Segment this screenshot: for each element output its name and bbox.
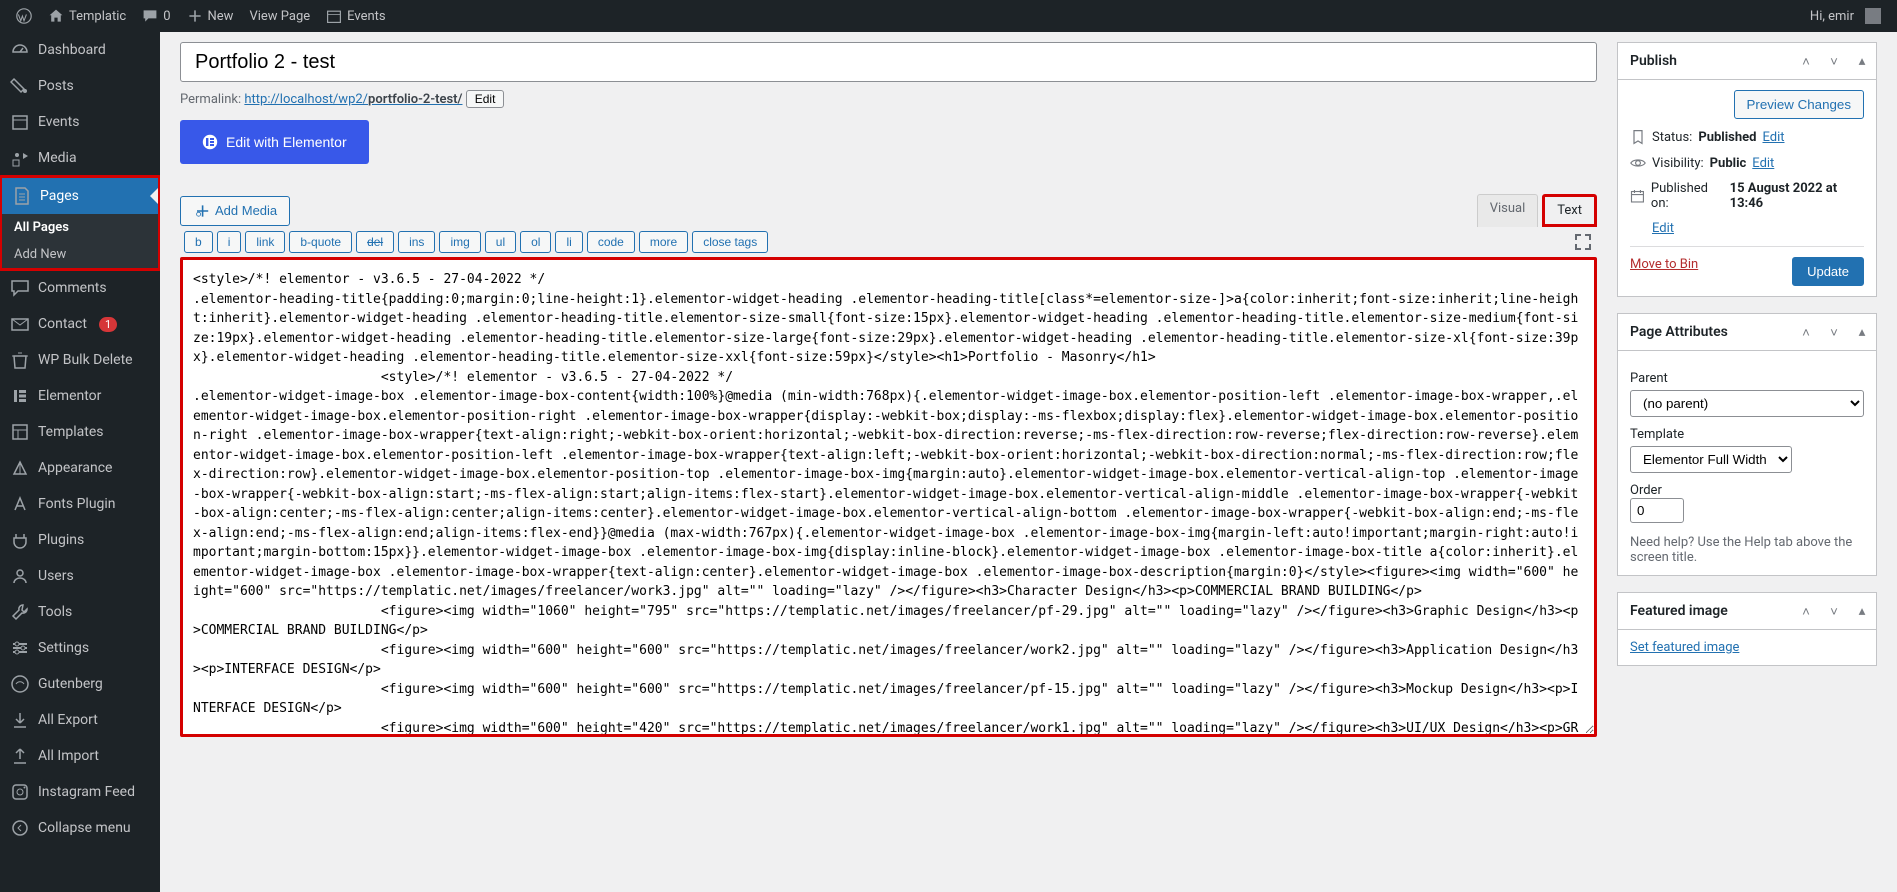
help-text: Need help? Use the Help tab above the sc… (1630, 535, 1864, 565)
edit-date-link[interactable]: Edit (1652, 221, 1674, 236)
distraction-free-icon[interactable] (1573, 232, 1593, 252)
sidebar-item-media[interactable]: Media (0, 140, 160, 176)
sidebar-item-tools[interactable]: Tools (0, 594, 160, 630)
qt-more[interactable]: more (639, 231, 688, 253)
qt-b-quote[interactable]: b-quote (289, 231, 352, 253)
toggle-icon[interactable]: ▴ (1848, 314, 1876, 350)
sidebar-item-templates[interactable]: Templates (0, 414, 160, 450)
edit-permalink-button[interactable]: Edit (466, 90, 505, 108)
tab-text[interactable]: Text (1542, 194, 1597, 227)
new-content[interactable]: New (179, 0, 242, 32)
qt-i[interactable]: i (217, 231, 242, 253)
move-up-icon[interactable]: ˄ (1792, 593, 1820, 629)
qt-code[interactable]: code (587, 231, 635, 253)
update-button[interactable]: Update (1792, 257, 1864, 286)
content-textarea[interactable] (180, 257, 1597, 737)
parent-select[interactable]: (no parent) (1630, 390, 1864, 417)
set-featured-image-link[interactable]: Set featured image (1630, 640, 1739, 655)
order-label: Order (1630, 483, 1864, 498)
qt-del[interactable]: del (356, 231, 394, 253)
admin-sidebar: DashboardPostsEventsMediaPagesAll PagesA… (0, 32, 160, 892)
comments-count[interactable]: 0 (134, 0, 178, 32)
toggle-icon[interactable]: ▴ (1848, 593, 1876, 629)
published-row: Published on: 15 August 2022 at 13:46 (1630, 181, 1864, 211)
featured-image-metabox: Featured image ˄ ˅ ▴ Set featured image (1617, 592, 1877, 666)
template-label: Template (1630, 427, 1864, 442)
move-down-icon[interactable]: ˅ (1820, 593, 1848, 629)
sidebar-item-gutenberg[interactable]: Gutenberg (0, 666, 160, 702)
qt-ol[interactable]: ol (520, 231, 551, 253)
edit-status-link[interactable]: Edit (1762, 130, 1784, 145)
avatar (1865, 8, 1881, 24)
order-input[interactable] (1630, 498, 1684, 523)
qt-ul[interactable]: ul (485, 231, 516, 253)
page-attributes-heading: Page Attributes (1618, 314, 1740, 350)
events-link[interactable]: Events (318, 0, 393, 32)
sidebar-item-pages[interactable]: Pages (2, 178, 158, 214)
template-select[interactable]: Elementor Full Width (1630, 446, 1792, 473)
sidebar-item-collapse-menu[interactable]: Collapse menu (0, 810, 160, 846)
sidebar-item-settings[interactable]: Settings (0, 630, 160, 666)
parent-label: Parent (1630, 371, 1864, 386)
qt-b[interactable]: b (184, 231, 213, 253)
preview-changes-button[interactable]: Preview Changes (1734, 90, 1864, 119)
sidebar-item-all-export[interactable]: All Export (0, 702, 160, 738)
qt-img[interactable]: img (439, 231, 480, 253)
permalink-row: Permalink: http://localhost/wp2/portfoli… (180, 90, 1597, 108)
my-account[interactable]: Hi, emir (1802, 0, 1889, 32)
sidebar-subitem-add-new[interactable]: Add New (2, 241, 158, 268)
qt-li[interactable]: li (555, 231, 582, 253)
sidebar-item-plugins[interactable]: Plugins (0, 522, 160, 558)
sidebar-item-fonts-plugin[interactable]: Fonts Plugin (0, 486, 160, 522)
qt-ins[interactable]: ins (398, 231, 435, 253)
sidebar-item-users[interactable]: Users (0, 558, 160, 594)
sidebar-item-posts[interactable]: Posts (0, 68, 160, 104)
move-up-icon[interactable]: ˄ (1792, 43, 1820, 79)
sidebar-item-events[interactable]: Events (0, 104, 160, 140)
move-down-icon[interactable]: ˅ (1820, 314, 1848, 350)
qt-link[interactable]: link (245, 231, 285, 253)
sidebar-item-appearance[interactable]: Appearance (0, 450, 160, 486)
sidebar-item-dashboard[interactable]: Dashboard (0, 32, 160, 68)
tab-visual[interactable]: Visual (1477, 194, 1539, 227)
sidebar-item-all-import[interactable]: All Import (0, 738, 160, 774)
publish-heading: Publish (1618, 43, 1689, 79)
sidebar-item-instagram-feed[interactable]: Instagram Feed (0, 774, 160, 810)
sidebar-subitem-all-pages[interactable]: All Pages (2, 214, 158, 241)
qt-close-tags[interactable]: close tags (692, 231, 768, 253)
page-attributes-metabox: Page Attributes ˄ ˅ ▴ Parent (no parent)… (1617, 313, 1877, 576)
site-name[interactable]: Templatic (40, 0, 134, 32)
visibility-row: Visibility: Public Edit (1630, 155, 1864, 171)
status-row: Status: Published Edit (1630, 129, 1864, 145)
sidebar-item-elementor[interactable]: Elementor (0, 378, 160, 414)
wp-logo[interactable] (8, 0, 40, 32)
permalink-link[interactable]: http://localhost/wp2/portfolio-2-test/ (244, 92, 462, 107)
publish-metabox: Publish ˄ ˅ ▴ Preview Changes Status: Pu… (1617, 42, 1877, 297)
sidebar-item-contact[interactable]: Contact1 (0, 306, 160, 342)
sidebar-item-comments[interactable]: Comments (0, 270, 160, 306)
post-title-input[interactable] (180, 42, 1597, 82)
edit-with-elementor-button[interactable]: Edit with Elementor (180, 120, 369, 164)
add-media-button[interactable]: Add Media (180, 196, 290, 226)
edit-visibility-link[interactable]: Edit (1752, 156, 1774, 171)
toggle-icon[interactable]: ▴ (1848, 43, 1876, 79)
move-to-bin-link[interactable]: Move to Bin (1630, 257, 1698, 286)
featured-image-heading: Featured image (1618, 593, 1740, 629)
move-down-icon[interactable]: ˅ (1820, 43, 1848, 79)
view-page[interactable]: View Page (241, 0, 318, 32)
move-up-icon[interactable]: ˄ (1792, 314, 1820, 350)
admin-bar: Templatic 0 New View Page Events Hi, emi… (0, 0, 1897, 32)
quicktags-toolbar: bilinkb-quotedelinsimgulollicodemoreclos… (180, 227, 1597, 257)
sidebar-item-wp-bulk-delete[interactable]: WP Bulk Delete (0, 342, 160, 378)
